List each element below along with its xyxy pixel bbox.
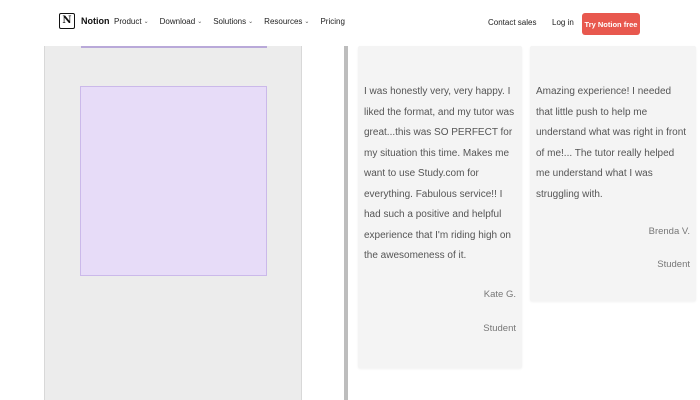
testimonial-quote: I was honestly very, very happy. I liked… [364,86,515,261]
chevron-down-icon: ⌄ [197,19,203,25]
menu-item-label: Pricing [320,17,345,26]
testimonial-card: I was honestly very, very happy. I liked… [358,46,522,368]
menu-item-label: Download [159,17,196,26]
chevron-down-icon: ⌄ [143,19,149,25]
menu-item-label: Solutions [213,17,247,26]
login-link[interactable]: Log in [552,18,574,27]
menu-item-label: Resources [264,17,303,26]
highlight-box [80,86,267,276]
chevron-down-icon: ⌄ [304,19,310,25]
contact-sales-link[interactable]: Contact sales [488,18,536,27]
menu-item-pricing[interactable]: Pricing [320,17,344,26]
testimonial-card: Amazing experience! I needed that little… [530,46,696,301]
testimonial-quote: Amazing experience! I needed that little… [536,86,687,200]
try-notion-free-button[interactable]: Try Notion free [582,13,640,35]
menu-item-label: Product [114,17,142,26]
brand-name[interactable]: Notion [81,16,110,26]
content-image-panel [44,46,302,400]
testimonials-section: I was honestly very, very happy. I liked… [358,46,700,400]
testimonial-author: Kate G. [483,289,516,300]
chevron-down-icon: ⌄ [248,19,254,25]
top-accent-bar [81,46,267,48]
top-navigation: N Notion Product ⌄ Download ⌄ Solutions … [0,0,700,46]
brand[interactable]: N Notion [59,13,110,29]
testimonial-author: Brenda V. [648,226,690,237]
vertical-scrollbar[interactable] [344,46,348,400]
notion-logo-icon[interactable]: N [59,13,75,29]
testimonial-role: Student [483,323,516,334]
main-menu: Product ⌄ Download ⌄ Solutions ⌄ Resourc… [114,17,345,26]
menu-item-download[interactable]: Download ⌄ [160,17,203,26]
menu-item-solutions[interactable]: Solutions ⌄ [213,17,253,26]
menu-item-resources[interactable]: Resources ⌄ [264,17,309,26]
testimonial-role: Student [657,259,690,270]
menu-item-product[interactable]: Product ⌄ [114,17,149,26]
